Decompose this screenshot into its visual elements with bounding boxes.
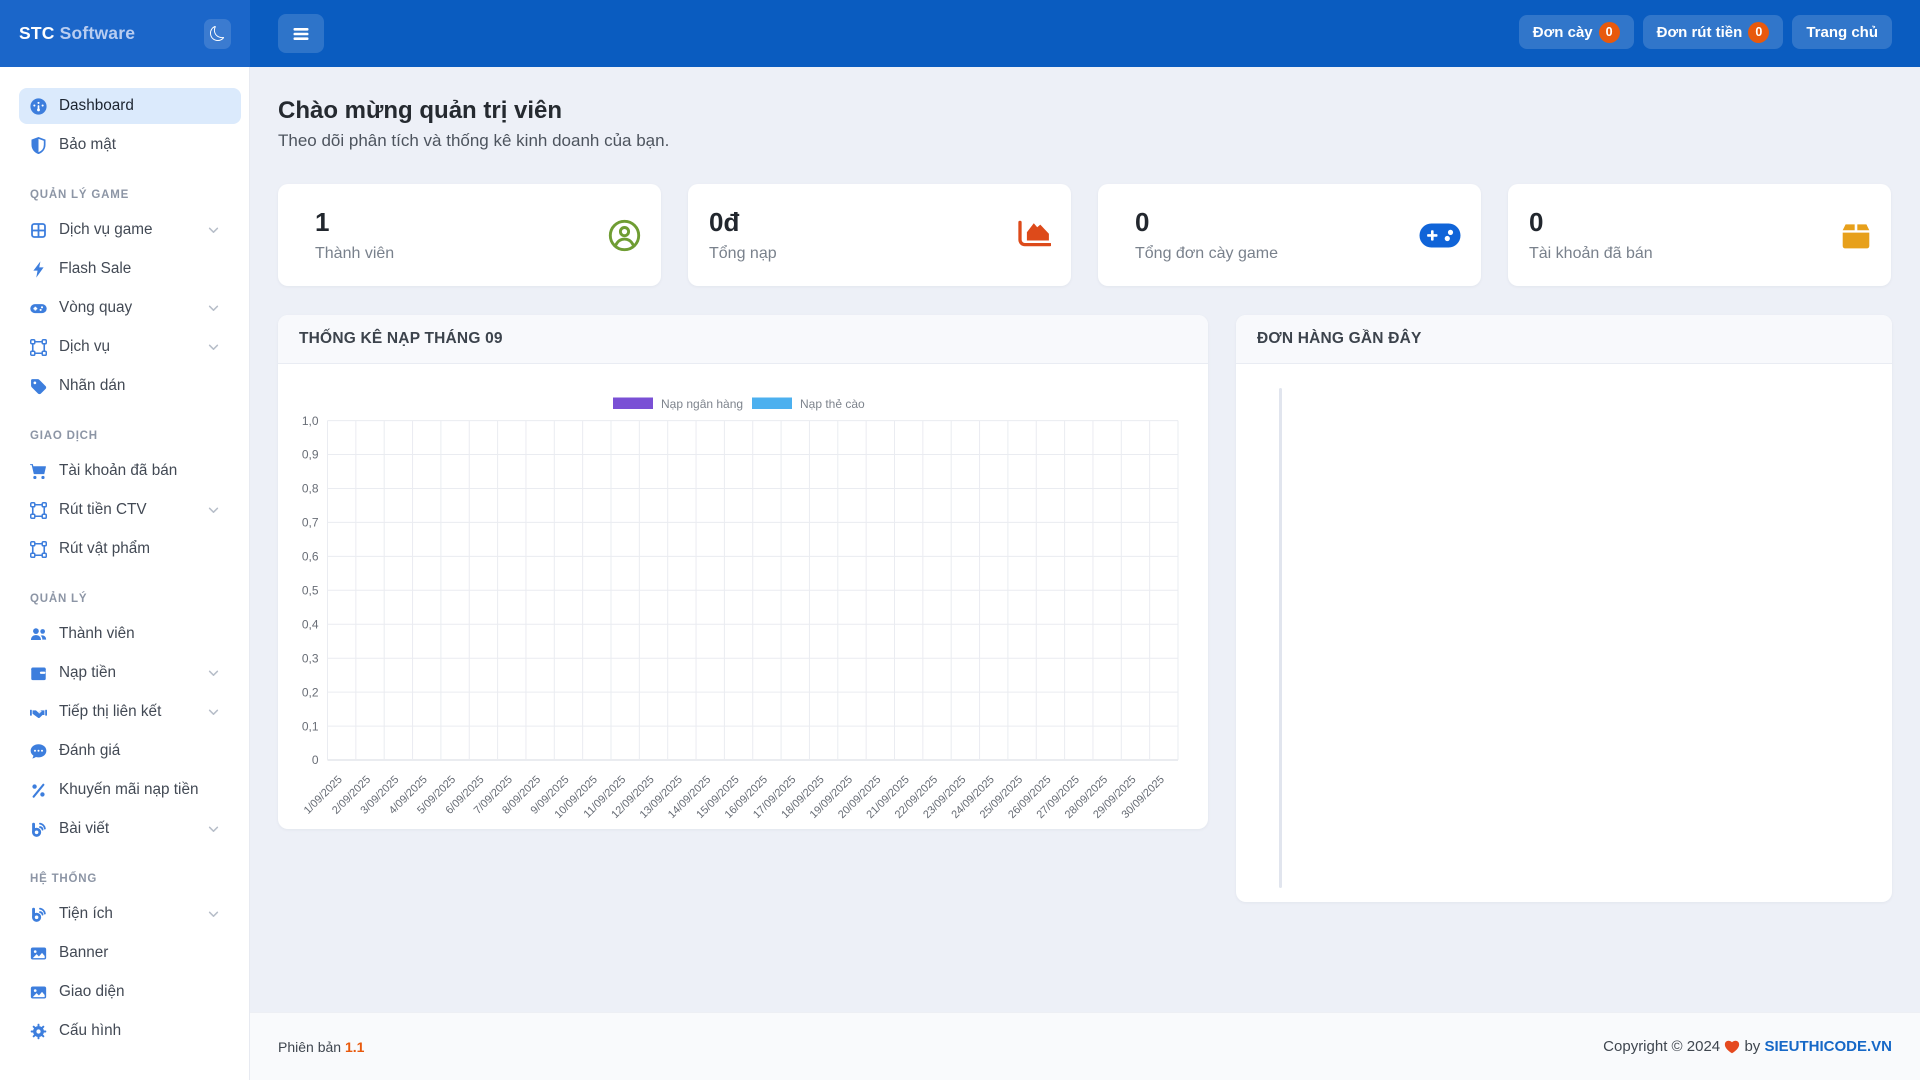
svg-text:0,2: 0,2	[302, 685, 319, 699]
svg-text:0,1: 0,1	[302, 719, 319, 733]
svg-text:0,4: 0,4	[302, 617, 319, 631]
svg-text:0,6: 0,6	[302, 550, 319, 564]
svg-text:0,5: 0,5	[302, 584, 319, 598]
svg-text:0,8: 0,8	[302, 482, 319, 496]
svg-text:0,3: 0,3	[302, 651, 319, 665]
svg-text:0: 0	[312, 753, 319, 767]
svg-text:Nạp thẻ cào: Nạp thẻ cào	[800, 397, 865, 411]
svg-text:0,9: 0,9	[302, 448, 319, 462]
svg-text:0,7: 0,7	[302, 516, 319, 530]
svg-text:1,0: 1,0	[302, 414, 319, 428]
svg-text:Nạp ngân hàng: Nạp ngân hàng	[661, 397, 743, 411]
